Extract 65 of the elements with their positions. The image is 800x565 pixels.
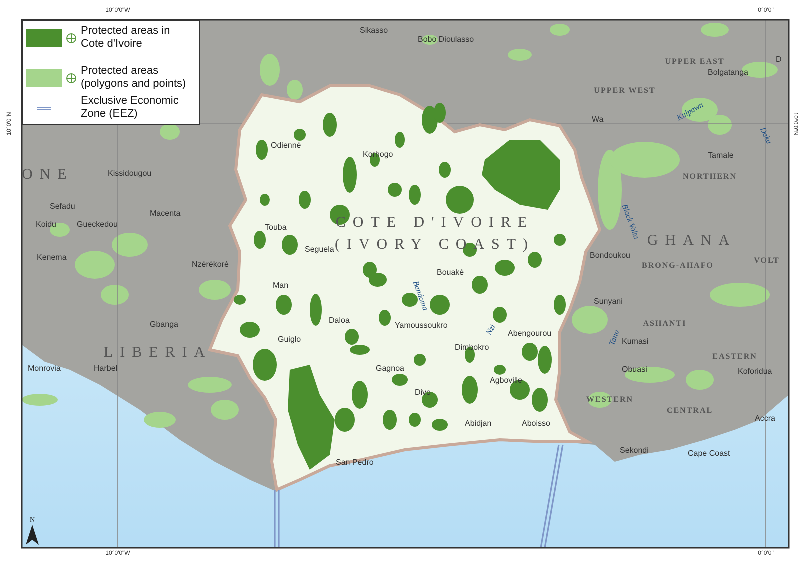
city-label: Wa xyxy=(592,116,604,124)
city-label: Agboville xyxy=(490,377,522,385)
city-label: Nzérékoré xyxy=(192,261,229,269)
river-label: Nzi xyxy=(485,323,498,337)
city-label: Gueckedou xyxy=(77,221,118,229)
city-label: Tamale xyxy=(708,152,734,160)
city-label: Odienné xyxy=(271,142,302,150)
river-label: Black Volta xyxy=(620,203,640,241)
region-label: WESTERN xyxy=(586,396,634,404)
city-label: Bobo Dioulasso xyxy=(418,36,474,44)
region-label: CENTRAL xyxy=(666,407,714,415)
city-label: Macenta xyxy=(150,210,181,218)
city-label: Harbel xyxy=(94,365,118,373)
city-label: Yamoussoukro xyxy=(395,322,448,330)
city-label: D xyxy=(776,56,782,64)
region-label: UPPER EAST xyxy=(665,58,725,66)
city-label: Divo xyxy=(415,389,432,397)
legend-label: Protected areas (polygons and points) xyxy=(81,65,188,91)
crosshair-circle-icon xyxy=(66,32,77,44)
river-label: Tano xyxy=(608,329,622,347)
city-label: Touba xyxy=(265,224,287,232)
region-label: NORTHERN xyxy=(683,173,737,181)
city-label: Monrovia xyxy=(28,365,61,373)
region-label: EASTERN xyxy=(712,353,758,361)
city-label: Kumasi xyxy=(622,338,649,346)
country-label: LIBERIA xyxy=(104,346,212,361)
city-label: San Pedro xyxy=(336,459,374,467)
city-label: Daloa xyxy=(329,317,350,325)
city-label: Man xyxy=(273,282,289,290)
region-label: UPPER WEST xyxy=(594,87,656,95)
city-label: Sunyani xyxy=(594,298,623,306)
city-label: Gagnoa xyxy=(376,365,404,373)
city-label: Seguela xyxy=(305,246,334,254)
city-label: Dimbokro xyxy=(455,344,490,352)
city-label: Abengourou xyxy=(508,330,552,338)
country-label: ONE xyxy=(22,168,74,183)
north-arrow-icon xyxy=(26,525,39,545)
city-label: Gbanga xyxy=(150,321,178,329)
city-label: Korhogo xyxy=(363,151,394,159)
city-label: Guiglo xyxy=(278,336,302,344)
river-label: Daka xyxy=(758,126,773,146)
region-label: ASHANTI xyxy=(643,320,687,328)
city-label: Aboisso xyxy=(522,420,550,428)
city-label: Bolgatanga xyxy=(708,69,748,77)
city-label: Koidu xyxy=(36,221,56,229)
city-label: Kenema xyxy=(37,254,67,262)
city-label: Obuasi xyxy=(622,366,648,374)
city-label: Bondoukou xyxy=(590,252,630,260)
city-label: Sefadu xyxy=(50,203,76,211)
city-label: Bouaké xyxy=(437,269,464,277)
region-label: VOLT xyxy=(754,257,780,265)
city-label: Accra xyxy=(755,415,776,423)
region-label: BRONG-AHAFO xyxy=(642,262,714,270)
city-label: Sikasso xyxy=(360,27,388,35)
city-label: Koforidua xyxy=(738,368,772,376)
city-label: Cape Coast xyxy=(688,450,730,458)
crosshair-circle-icon xyxy=(66,72,77,84)
legend-label: Protected areas in Cote d'Ivoire xyxy=(81,25,172,51)
country-label: (IVORY COAST) xyxy=(334,238,536,253)
country-label: COTE D'IVOIRE xyxy=(336,216,534,231)
country-label: GHANA xyxy=(647,234,737,249)
city-label: Kissidougou xyxy=(108,170,152,178)
city-label: Abidjan xyxy=(465,420,492,428)
legend-label: Exclusive Economic Zone (EEZ) xyxy=(81,95,180,121)
city-label: Sekondi xyxy=(620,447,649,455)
